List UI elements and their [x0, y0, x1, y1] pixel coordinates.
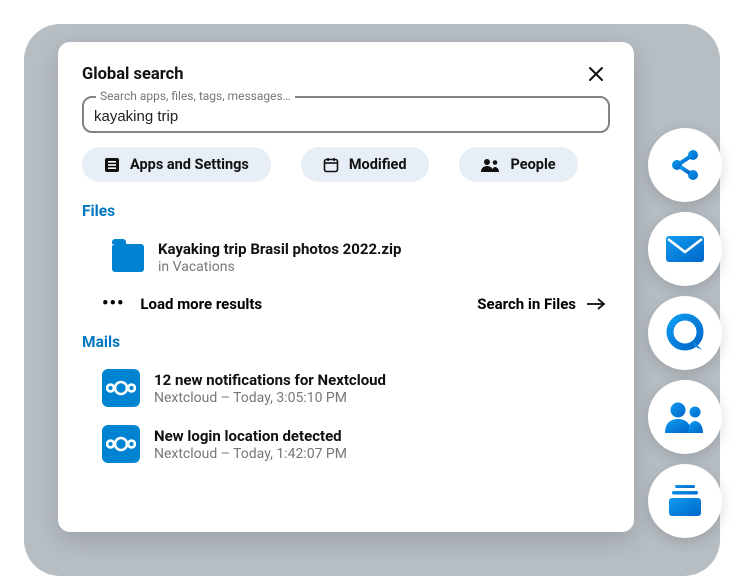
file-result[interactable]: Kayaking trip Brasil photos 2022.zip in … — [82, 232, 610, 287]
app-mail[interactable] — [648, 212, 722, 286]
app-share[interactable] — [648, 128, 722, 202]
mail-result[interactable]: 12 new notifications for Nextcloud Nextc… — [82, 363, 610, 419]
section-mails-heading: Mails — [82, 333, 610, 351]
filter-label: People — [511, 156, 556, 173]
close-button[interactable] — [582, 60, 610, 88]
people-icon — [481, 158, 501, 172]
file-result-text: Kayaking trip Brasil photos 2022.zip in … — [158, 240, 401, 275]
load-more-label: Load more results — [140, 295, 262, 313]
panel-title: Global search — [82, 65, 183, 84]
load-more-button[interactable]: ••• Load more results — [102, 295, 262, 313]
search-input[interactable] — [94, 104, 598, 125]
file-result-title: Kayaking trip Brasil photos 2022.zip — [158, 240, 401, 258]
load-row: ••• Load more results Search in Files — [82, 287, 610, 329]
contacts-icon — [663, 399, 707, 435]
share-icon — [665, 145, 705, 185]
search-in-files-button[interactable]: Search in Files — [477, 295, 606, 313]
search-label: Search apps, files, tags, messages… — [96, 89, 295, 103]
mail-result-text: New login location detected Nextcloud – … — [154, 427, 347, 462]
search-field-wrap[interactable]: Search apps, files, tags, messages… — [82, 96, 610, 133]
deck-icon — [665, 483, 705, 519]
global-search-panel: Global search Search apps, files, tags, … — [58, 42, 634, 532]
list-icon — [104, 157, 120, 173]
app-talk[interactable] — [648, 296, 722, 370]
app-bubble-column — [648, 128, 722, 538]
mail-result-title: New login location detected — [154, 427, 347, 445]
calendar-icon — [323, 157, 339, 173]
filter-label: Apps and Settings — [130, 156, 249, 173]
app-contacts[interactable] — [648, 380, 722, 454]
mail-result[interactable]: New login location detected Nextcloud – … — [82, 419, 610, 475]
mail-result-title: 12 new notifications for Nextcloud — [154, 371, 386, 389]
app-deck[interactable] — [648, 464, 722, 538]
filter-row: Apps and Settings Modified People — [82, 147, 610, 182]
nextcloud-icon — [102, 425, 140, 463]
filter-people[interactable]: People — [459, 147, 578, 182]
arrow-right-icon — [586, 297, 606, 311]
mail-result-subtitle: Nextcloud – Today, 3:05:10 PM — [154, 390, 386, 406]
file-result-subtitle: in Vacations — [158, 259, 401, 275]
nextcloud-icon — [102, 369, 140, 407]
close-icon — [588, 66, 604, 82]
mail-result-text: 12 new notifications for Nextcloud Nextc… — [154, 371, 386, 406]
filter-label: Modified — [349, 156, 407, 173]
talk-icon — [664, 312, 706, 354]
filter-apps-settings[interactable]: Apps and Settings — [82, 147, 271, 182]
mail-icon — [664, 234, 706, 264]
more-icon: ••• — [102, 295, 124, 313]
folder-icon — [112, 244, 144, 272]
panel-header: Global search — [82, 60, 610, 88]
mail-result-subtitle: Nextcloud – Today, 1:42:07 PM — [154, 446, 347, 462]
filter-modified[interactable]: Modified — [301, 147, 429, 182]
search-in-label: Search in Files — [477, 295, 576, 313]
section-files-heading: Files — [82, 202, 610, 220]
